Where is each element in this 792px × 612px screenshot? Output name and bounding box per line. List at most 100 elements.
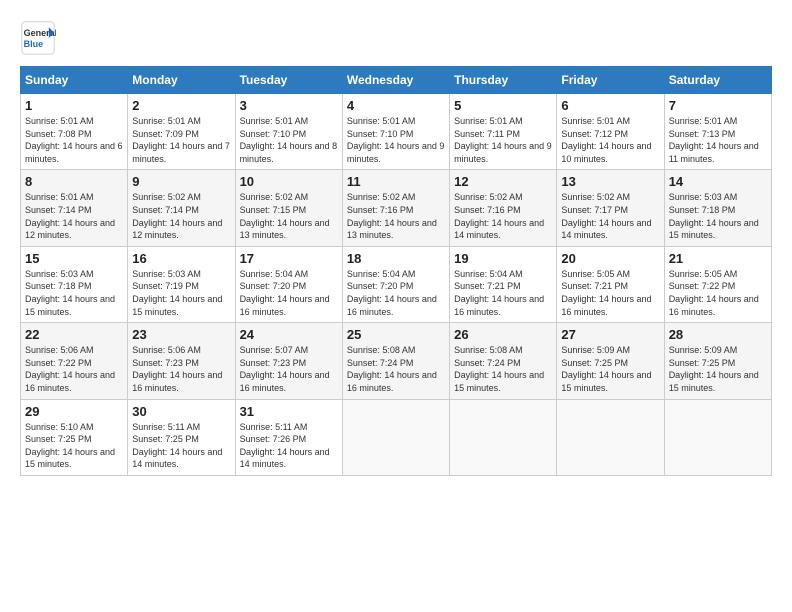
day-number: 22 [25,327,123,342]
calendar-day-cell: 28 Sunrise: 5:09 AMSunset: 7:25 PMDayligh… [664,323,771,399]
calendar-body: 1 Sunrise: 5:01 AMSunset: 7:08 PMDaylight… [21,94,772,476]
day-info: Sunrise: 5:03 AMSunset: 7:19 PMDaylight:… [132,268,230,318]
day-info: Sunrise: 5:01 AMSunset: 7:10 PMDaylight:… [240,115,338,165]
calendar-day-cell: 20 Sunrise: 5:05 AMSunset: 7:21 PMDayligh… [557,246,664,322]
day-info: Sunrise: 5:01 AMSunset: 7:13 PMDaylight:… [669,115,767,165]
calendar-day-cell [450,399,557,475]
calendar-day-cell: 1 Sunrise: 5:01 AMSunset: 7:08 PMDaylight… [21,94,128,170]
calendar-day-cell: 14 Sunrise: 5:03 AMSunset: 7:18 PMDayligh… [664,170,771,246]
day-info: Sunrise: 5:02 AMSunset: 7:14 PMDaylight:… [132,191,230,241]
calendar-day-cell: 4 Sunrise: 5:01 AMSunset: 7:10 PMDaylight… [342,94,449,170]
day-number: 28 [669,327,767,342]
calendar-day-cell: 8 Sunrise: 5:01 AMSunset: 7:14 PMDaylight… [21,170,128,246]
day-number: 20 [561,251,659,266]
logo-icon: General Blue [20,20,56,56]
day-number: 4 [347,98,445,113]
day-info: Sunrise: 5:06 AMSunset: 7:23 PMDaylight:… [132,344,230,394]
day-number: 24 [240,327,338,342]
day-number: 15 [25,251,123,266]
day-number: 30 [132,404,230,419]
calendar-day-cell: 16Sunrise: 5:03 AMSunset: 7:19 PMDayligh… [128,246,235,322]
calendar-day-cell [557,399,664,475]
day-info: Sunrise: 5:04 AMSunset: 7:20 PMDaylight:… [240,268,338,318]
day-number: 13 [561,174,659,189]
calendar-day-cell: 23Sunrise: 5:06 AMSunset: 7:23 PMDayligh… [128,323,235,399]
day-info: Sunrise: 5:04 AMSunset: 7:20 PMDaylight:… [347,268,445,318]
calendar-day-cell: 2 Sunrise: 5:01 AMSunset: 7:09 PMDaylight… [128,94,235,170]
day-number: 21 [669,251,767,266]
day-number: 11 [347,174,445,189]
day-info: Sunrise: 5:08 AMSunset: 7:24 PMDaylight:… [454,344,552,394]
calendar-day-cell: 5 Sunrise: 5:01 AMSunset: 7:11 PMDaylight… [450,94,557,170]
weekday-header-sunday: Sunday [21,67,128,94]
calendar-day-cell: 13Sunrise: 5:02 AMSunset: 7:17 PMDayligh… [557,170,664,246]
calendar-day-cell: 10 Sunrise: 5:02 AMSunset: 7:15 PMDayligh… [235,170,342,246]
day-info: Sunrise: 5:09 AMSunset: 7:25 PMDaylight:… [561,344,659,394]
calendar-header-row: SundayMondayTuesdayWednesdayThursdayFrid… [21,67,772,94]
calendar-day-cell: 11 Sunrise: 5:02 AMSunset: 7:16 PMDayligh… [342,170,449,246]
day-info: Sunrise: 5:01 AMSunset: 7:08 PMDaylight:… [25,115,123,165]
day-info: Sunrise: 5:04 AMSunset: 7:21 PMDaylight:… [454,268,552,318]
weekday-header-wednesday: Wednesday [342,67,449,94]
weekday-header-thursday: Thursday [450,67,557,94]
day-number: 26 [454,327,552,342]
calendar-day-cell: 15 Sunrise: 5:03 AMSunset: 7:18 PMDayligh… [21,246,128,322]
day-number: 18 [347,251,445,266]
day-info: Sunrise: 5:10 AMSunset: 7:25 PMDaylight:… [25,421,123,471]
day-number: 14 [669,174,767,189]
day-info: Sunrise: 5:02 AMSunset: 7:16 PMDaylight:… [454,191,552,241]
calendar-table: SundayMondayTuesdayWednesdayThursdayFrid… [20,66,772,476]
day-info: Sunrise: 5:01 AMSunset: 7:14 PMDaylight:… [25,191,123,241]
svg-text:Blue: Blue [24,39,44,49]
calendar-week-row: 22 Sunrise: 5:06 AMSunset: 7:22 PMDayligh… [21,323,772,399]
day-info: Sunrise: 5:06 AMSunset: 7:22 PMDaylight:… [25,344,123,394]
day-info: Sunrise: 5:02 AMSunset: 7:16 PMDaylight:… [347,191,445,241]
day-number: 5 [454,98,552,113]
calendar-day-cell [342,399,449,475]
day-number: 31 [240,404,338,419]
day-number: 8 [25,174,123,189]
calendar-week-row: 29 Sunrise: 5:10 AMSunset: 7:25 PMDayligh… [21,399,772,475]
calendar-day-cell: 12 Sunrise: 5:02 AMSunset: 7:16 PMDayligh… [450,170,557,246]
day-info: Sunrise: 5:02 AMSunset: 7:15 PMDaylight:… [240,191,338,241]
calendar-week-row: 1 Sunrise: 5:01 AMSunset: 7:08 PMDaylight… [21,94,772,170]
calendar-day-cell: 26 Sunrise: 5:08 AMSunset: 7:24 PMDayligh… [450,323,557,399]
day-number: 12 [454,174,552,189]
calendar-week-row: 15 Sunrise: 5:03 AMSunset: 7:18 PMDayligh… [21,246,772,322]
day-info: Sunrise: 5:05 AMSunset: 7:21 PMDaylight:… [561,268,659,318]
day-info: Sunrise: 5:08 AMSunset: 7:24 PMDaylight:… [347,344,445,394]
calendar-day-cell: 3 Sunrise: 5:01 AMSunset: 7:10 PMDaylight… [235,94,342,170]
calendar-day-cell: 17 Sunrise: 5:04 AMSunset: 7:20 PMDayligh… [235,246,342,322]
day-number: 27 [561,327,659,342]
day-info: Sunrise: 5:01 AMSunset: 7:10 PMDaylight:… [347,115,445,165]
day-info: Sunrise: 5:03 AMSunset: 7:18 PMDaylight:… [25,268,123,318]
calendar-day-cell: 22 Sunrise: 5:06 AMSunset: 7:22 PMDayligh… [21,323,128,399]
weekday-header-tuesday: Tuesday [235,67,342,94]
calendar-day-cell: 6 Sunrise: 5:01 AMSunset: 7:12 PMDaylight… [557,94,664,170]
day-number: 6 [561,98,659,113]
day-number: 25 [347,327,445,342]
day-number: 29 [25,404,123,419]
calendar-day-cell: 19 Sunrise: 5:04 AMSunset: 7:21 PMDayligh… [450,246,557,322]
day-info: Sunrise: 5:11 AMSunset: 7:25 PMDaylight:… [132,421,230,471]
calendar-day-cell: 21 Sunrise: 5:05 AMSunset: 7:22 PMDayligh… [664,246,771,322]
day-number: 10 [240,174,338,189]
day-number: 9 [132,174,230,189]
day-info: Sunrise: 5:05 AMSunset: 7:22 PMDaylight:… [669,268,767,318]
day-info: Sunrise: 5:01 AMSunset: 7:11 PMDaylight:… [454,115,552,165]
day-number: 17 [240,251,338,266]
day-number: 2 [132,98,230,113]
calendar-day-cell: 24Sunrise: 5:07 AMSunset: 7:23 PMDayligh… [235,323,342,399]
day-info: Sunrise: 5:01 AMSunset: 7:12 PMDaylight:… [561,115,659,165]
day-number: 19 [454,251,552,266]
day-info: Sunrise: 5:03 AMSunset: 7:18 PMDaylight:… [669,191,767,241]
calendar-day-cell: 9 Sunrise: 5:02 AMSunset: 7:14 PMDaylight… [128,170,235,246]
day-info: Sunrise: 5:01 AMSunset: 7:09 PMDaylight:… [132,115,230,165]
weekday-header-monday: Monday [128,67,235,94]
calendar-day-cell: 31 Sunrise: 5:11 AMSunset: 7:26 PMDayligh… [235,399,342,475]
day-info: Sunrise: 5:09 AMSunset: 7:25 PMDaylight:… [669,344,767,394]
page-header: General Blue [20,20,772,56]
day-number: 3 [240,98,338,113]
day-info: Sunrise: 5:11 AMSunset: 7:26 PMDaylight:… [240,421,338,471]
day-number: 1 [25,98,123,113]
